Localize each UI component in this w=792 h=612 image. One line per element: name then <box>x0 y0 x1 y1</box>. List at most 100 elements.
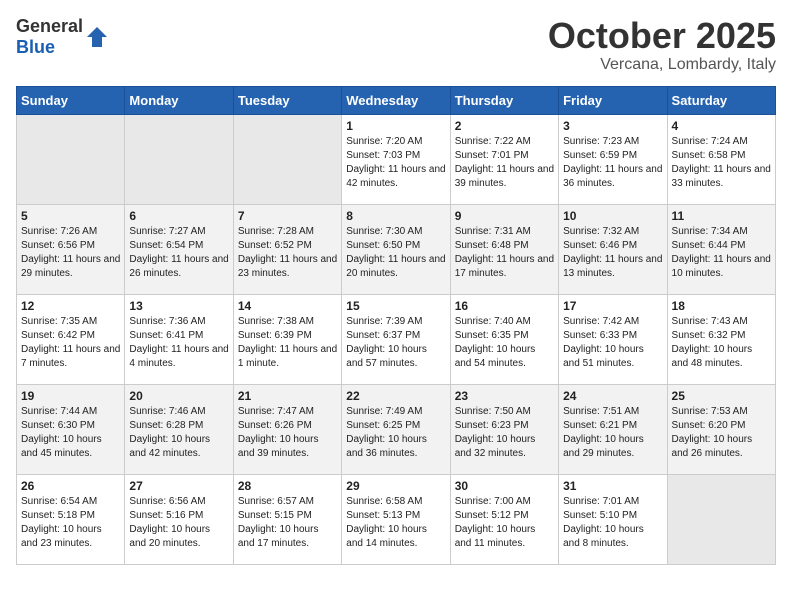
cell-details: Sunrise: 6:54 AMSunset: 5:18 PMDaylight:… <box>21 495 120 551</box>
day-cell: 8Sunrise: 7:30 AMSunset: 6:50 PMDaylight… <box>342 204 450 294</box>
day-cell: 25 Sunrise: 7:53 AMSunset: 6:20 PMDayligh… <box>667 384 775 474</box>
calendar-body: 1 Sunrise: 7:20 AMSunset: 7:03 PMDaylight… <box>17 114 776 564</box>
day-number: 25 <box>672 389 771 403</box>
day-cell: 10 Sunrise: 7:32 AMSunset: 6:46 PMDayligh… <box>559 204 667 294</box>
title-block: October 2025 Vercana, Lombardy, Italy <box>548 16 776 74</box>
col-sunday: Sunday <box>17 86 125 114</box>
col-thursday: Thursday <box>450 86 558 114</box>
cell-details: Sunrise: 7:39 AMSunset: 6:37 PMDaylight:… <box>346 315 445 371</box>
week-row-4: 26 Sunrise: 6:54 AMSunset: 5:18 PMDayligh… <box>17 474 776 564</box>
day-number: 2 <box>455 119 554 133</box>
day-number: 13 <box>129 299 228 313</box>
day-number: 14 <box>238 299 337 313</box>
day-cell <box>125 114 233 204</box>
cell-details: Sunrise: 7:26 AMSunset: 6:56 PMDaylight:… <box>21 225 120 281</box>
cell-details: Sunrise: 7:53 AMSunset: 6:20 PMDaylight:… <box>672 405 771 461</box>
day-number: 18 <box>672 299 771 313</box>
day-number: 8 <box>346 209 445 223</box>
day-number: 20 <box>129 389 228 403</box>
day-number: 4 <box>672 119 771 133</box>
cell-details: Sunrise: 7:49 AMSunset: 6:25 PMDaylight:… <box>346 405 445 461</box>
page-header: General Blue October 2025 Vercana, Lomba… <box>16 16 776 74</box>
day-number: 24 <box>563 389 662 403</box>
calendar-header: Sunday Monday Tuesday Wednesday Thursday… <box>17 86 776 114</box>
day-cell: 27 Sunrise: 6:56 AMSunset: 5:16 PMDayligh… <box>125 474 233 564</box>
calendar-table: Sunday Monday Tuesday Wednesday Thursday… <box>16 86 776 565</box>
day-cell: 6 Sunrise: 7:27 AMSunset: 6:54 PMDaylight… <box>125 204 233 294</box>
day-number: 19 <box>21 389 120 403</box>
cell-details: Sunrise: 7:40 AMSunset: 6:35 PMDaylight:… <box>455 315 554 371</box>
day-cell: 11 Sunrise: 7:34 AMSunset: 6:44 PMDayligh… <box>667 204 775 294</box>
cell-details: Sunrise: 7:22 AMSunset: 7:01 PMDaylight:… <box>455 135 554 191</box>
day-cell: 22 Sunrise: 7:49 AMSunset: 6:25 PMDayligh… <box>342 384 450 474</box>
day-number: 9 <box>455 209 554 223</box>
cell-details: Sunrise: 7:43 AMSunset: 6:32 PMDaylight:… <box>672 315 771 371</box>
col-saturday: Saturday <box>667 86 775 114</box>
logo-blue: Blue <box>16 37 55 57</box>
day-number: 30 <box>455 479 554 493</box>
day-number: 7 <box>238 209 337 223</box>
col-friday: Friday <box>559 86 667 114</box>
cell-details: Sunrise: 7:23 AMSunset: 6:59 PMDaylight:… <box>563 135 662 191</box>
cell-details: Sunrise: 7:35 AMSunset: 6:42 PMDaylight:… <box>21 315 120 371</box>
header-row: Sunday Monday Tuesday Wednesday Thursday… <box>17 86 776 114</box>
day-cell: 16 Sunrise: 7:40 AMSunset: 6:35 PMDayligh… <box>450 294 558 384</box>
month-title: October 2025 <box>548 16 776 56</box>
day-cell: 4 Sunrise: 7:24 AMSunset: 6:58 PMDaylight… <box>667 114 775 204</box>
cell-details: Sunrise: 6:56 AMSunset: 5:16 PMDaylight:… <box>129 495 228 551</box>
cell-details: Sunrise: 7:20 AMSunset: 7:03 PMDaylight:… <box>346 135 445 191</box>
day-cell: 19 Sunrise: 7:44 AMSunset: 6:30 PMDayligh… <box>17 384 125 474</box>
cell-details: Sunrise: 7:31 AMSunset: 6:48 PMDaylight:… <box>455 225 554 281</box>
cell-details: Sunrise: 7:32 AMSunset: 6:46 PMDaylight:… <box>563 225 662 281</box>
cell-details: Sunrise: 7:01 AMSunset: 5:10 PMDaylight:… <box>563 495 662 551</box>
day-cell: 29Sunrise: 6:58 AMSunset: 5:13 PMDayligh… <box>342 474 450 564</box>
day-number: 22 <box>346 389 445 403</box>
cell-details: Sunrise: 7:34 AMSunset: 6:44 PMDaylight:… <box>672 225 771 281</box>
cell-details: Sunrise: 7:24 AMSunset: 6:58 PMDaylight:… <box>672 135 771 191</box>
day-number: 29 <box>346 479 445 493</box>
col-monday: Monday <box>125 86 233 114</box>
day-cell: 28Sunrise: 6:57 AMSunset: 5:15 PMDayligh… <box>233 474 341 564</box>
cell-details: Sunrise: 7:00 AMSunset: 5:12 PMDaylight:… <box>455 495 554 551</box>
logo-icon <box>85 25 109 49</box>
day-cell: 7 Sunrise: 7:28 AMSunset: 6:52 PMDaylight… <box>233 204 341 294</box>
day-cell <box>667 474 775 564</box>
day-number: 31 <box>563 479 662 493</box>
day-cell: 20 Sunrise: 7:46 AMSunset: 6:28 PMDayligh… <box>125 384 233 474</box>
day-number: 23 <box>455 389 554 403</box>
day-cell: 3Sunrise: 7:23 AMSunset: 6:59 PMDaylight… <box>559 114 667 204</box>
cell-details: Sunrise: 7:42 AMSunset: 6:33 PMDaylight:… <box>563 315 662 371</box>
day-cell <box>17 114 125 204</box>
day-number: 6 <box>129 209 228 223</box>
day-cell: 26 Sunrise: 6:54 AMSunset: 5:18 PMDayligh… <box>17 474 125 564</box>
day-number: 26 <box>21 479 120 493</box>
cell-details: Sunrise: 7:46 AMSunset: 6:28 PMDaylight:… <box>129 405 228 461</box>
day-cell: 14Sunrise: 7:38 AMSunset: 6:39 PMDayligh… <box>233 294 341 384</box>
week-row-2: 12Sunrise: 7:35 AMSunset: 6:42 PMDayligh… <box>17 294 776 384</box>
day-cell: 13 Sunrise: 7:36 AMSunset: 6:41 PMDayligh… <box>125 294 233 384</box>
day-number: 16 <box>455 299 554 313</box>
day-cell: 23 Sunrise: 7:50 AMSunset: 6:23 PMDayligh… <box>450 384 558 474</box>
cell-details: Sunrise: 7:36 AMSunset: 6:41 PMDaylight:… <box>129 315 228 371</box>
day-cell: 30 Sunrise: 7:00 AMSunset: 5:12 PMDayligh… <box>450 474 558 564</box>
day-number: 11 <box>672 209 771 223</box>
cell-details: Sunrise: 7:50 AMSunset: 6:23 PMDaylight:… <box>455 405 554 461</box>
day-cell: 15Sunrise: 7:39 AMSunset: 6:37 PMDayligh… <box>342 294 450 384</box>
cell-details: Sunrise: 7:27 AMSunset: 6:54 PMDaylight:… <box>129 225 228 281</box>
col-wednesday: Wednesday <box>342 86 450 114</box>
week-row-3: 19 Sunrise: 7:44 AMSunset: 6:30 PMDayligh… <box>17 384 776 474</box>
cell-details: Sunrise: 7:51 AMSunset: 6:21 PMDaylight:… <box>563 405 662 461</box>
day-number: 27 <box>129 479 228 493</box>
day-number: 21 <box>238 389 337 403</box>
cell-details: Sunrise: 7:44 AMSunset: 6:30 PMDaylight:… <box>21 405 120 461</box>
day-cell: 2 Sunrise: 7:22 AMSunset: 7:01 PMDaylight… <box>450 114 558 204</box>
day-cell <box>233 114 341 204</box>
location-title: Vercana, Lombardy, Italy <box>548 56 776 74</box>
logo-general: General <box>16 16 83 36</box>
cell-details: Sunrise: 7:28 AMSunset: 6:52 PMDaylight:… <box>238 225 337 281</box>
day-number: 10 <box>563 209 662 223</box>
day-cell: 17Sunrise: 7:42 AMSunset: 6:33 PMDayligh… <box>559 294 667 384</box>
day-cell: 9 Sunrise: 7:31 AMSunset: 6:48 PMDaylight… <box>450 204 558 294</box>
day-number: 1 <box>346 119 445 133</box>
logo-text: General Blue <box>16 16 83 58</box>
